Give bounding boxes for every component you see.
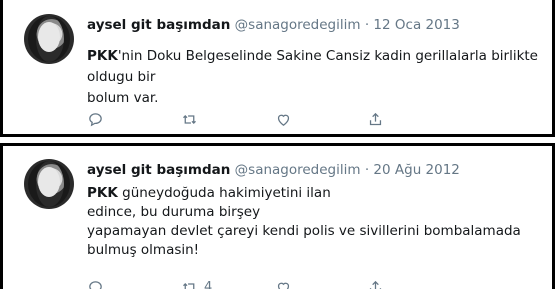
like-icon — [277, 282, 290, 289]
reply-button[interactable] — [87, 279, 181, 289]
tweet-date[interactable]: 12 Oca 2013 — [373, 17, 459, 33]
tweet-text-line: 'nin Doku Belgeselinde Sakine Cansiz kad… — [87, 48, 538, 85]
tweet-card-1[interactable]: aysel git başımdan @sanagoredegilim · 12… — [0, 0, 555, 137]
share-button[interactable] — [367, 111, 384, 128]
tweet-text: PKK güneydoğuda hakimiyetini ilan edince… — [87, 184, 547, 260]
retweet-button[interactable]: 4 — [181, 279, 275, 289]
avatar[interactable] — [24, 159, 74, 209]
retweet-icon — [183, 115, 196, 124]
tweet-text-line: yapamayan devlet çareyi kendi polis ve s… — [87, 223, 521, 239]
display-name[interactable]: aysel git başımdan — [87, 162, 230, 178]
display-name[interactable]: aysel git başımdan — [87, 17, 230, 33]
reply-icon — [89, 113, 102, 127]
tweet-text-line: bulmuş olmasin! — [87, 242, 200, 258]
tweet-card-2[interactable]: aysel git başımdan @sanagoredegilim · 20… — [0, 143, 555, 289]
keyword: PKK — [87, 185, 118, 201]
tweet-text-line: bolum var. — [87, 90, 159, 106]
reply-icon — [89, 281, 102, 289]
user-handle[interactable]: @sanagoredegilim — [235, 17, 361, 33]
separator-dot: · — [364, 17, 370, 33]
tweet-text: PKK'nin Doku Belgeselinde Sakine Cansiz … — [87, 46, 547, 109]
share-icon — [369, 112, 382, 126]
share-button[interactable] — [367, 279, 384, 289]
retweet-button[interactable] — [181, 111, 275, 128]
tweet-actions: 4 — [87, 279, 384, 289]
like-button[interactable] — [275, 111, 367, 128]
separator-dot: · — [364, 162, 370, 178]
retweet-count: 4 — [204, 280, 213, 289]
tweet-header: aysel git başımdan @sanagoredegilim · 20… — [87, 162, 460, 178]
retweet-icon — [183, 283, 196, 289]
tweet-date[interactable]: 20 Ağu 2012 — [373, 162, 459, 178]
tweet-text-line: edince, bu duruma birşey — [87, 204, 261, 220]
like-icon — [277, 114, 290, 126]
keyword: PKK — [87, 48, 118, 64]
avatar[interactable] — [24, 14, 74, 64]
user-handle[interactable]: @sanagoredegilim — [235, 162, 361, 178]
tweet-actions — [87, 111, 384, 128]
like-button[interactable] — [275, 279, 367, 289]
reply-button[interactable] — [87, 111, 181, 128]
share-icon — [369, 280, 382, 289]
tweet-header: aysel git başımdan @sanagoredegilim · 12… — [87, 17, 460, 33]
tweet-text-line: güneydoğuda hakimiyetini ilan — [117, 185, 331, 201]
